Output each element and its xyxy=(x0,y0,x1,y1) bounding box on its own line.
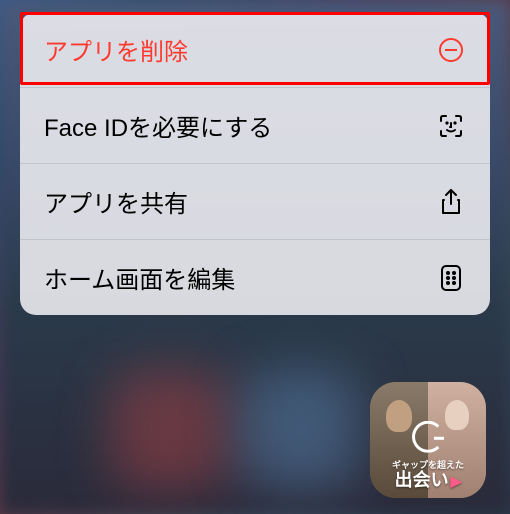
delete-app-menu-item[interactable]: アプリを削除 xyxy=(20,12,490,88)
require-faceid-menu-item[interactable]: Face IDを必要にする xyxy=(20,88,490,164)
edit-homescreen-menu-item[interactable]: ホーム画面を編集 xyxy=(20,240,490,315)
app-main-text: 出会い▶ xyxy=(392,470,464,492)
blurred-app-icon xyxy=(240,370,360,490)
share-app-menu-item[interactable]: アプリを共有 xyxy=(20,164,490,240)
faceid-icon xyxy=(436,111,466,141)
app-icon-text: ギャップを超えた 出会い▶ xyxy=(392,460,464,492)
app-tagline: ギャップを超えた xyxy=(392,460,464,471)
menu-item-label: ホーム画面を編集 xyxy=(44,260,235,295)
blurred-app-icon xyxy=(110,370,230,490)
minus-circle-icon xyxy=(436,35,466,65)
heart-icon: ▶ xyxy=(451,473,462,490)
context-menu: アプリを削除 Face IDを必要にする アプリを共有 xyxy=(20,12,490,315)
app-icon[interactable]: ギャップを超えた 出会い▶ xyxy=(370,382,486,498)
menu-item-label: Face IDを必要にする xyxy=(44,108,272,143)
apps-grid-icon xyxy=(436,263,466,293)
app-icon-logo xyxy=(412,421,444,453)
share-icon xyxy=(436,187,466,217)
menu-item-label: アプリを共有 xyxy=(44,184,188,219)
menu-item-label: アプリを削除 xyxy=(44,32,188,67)
